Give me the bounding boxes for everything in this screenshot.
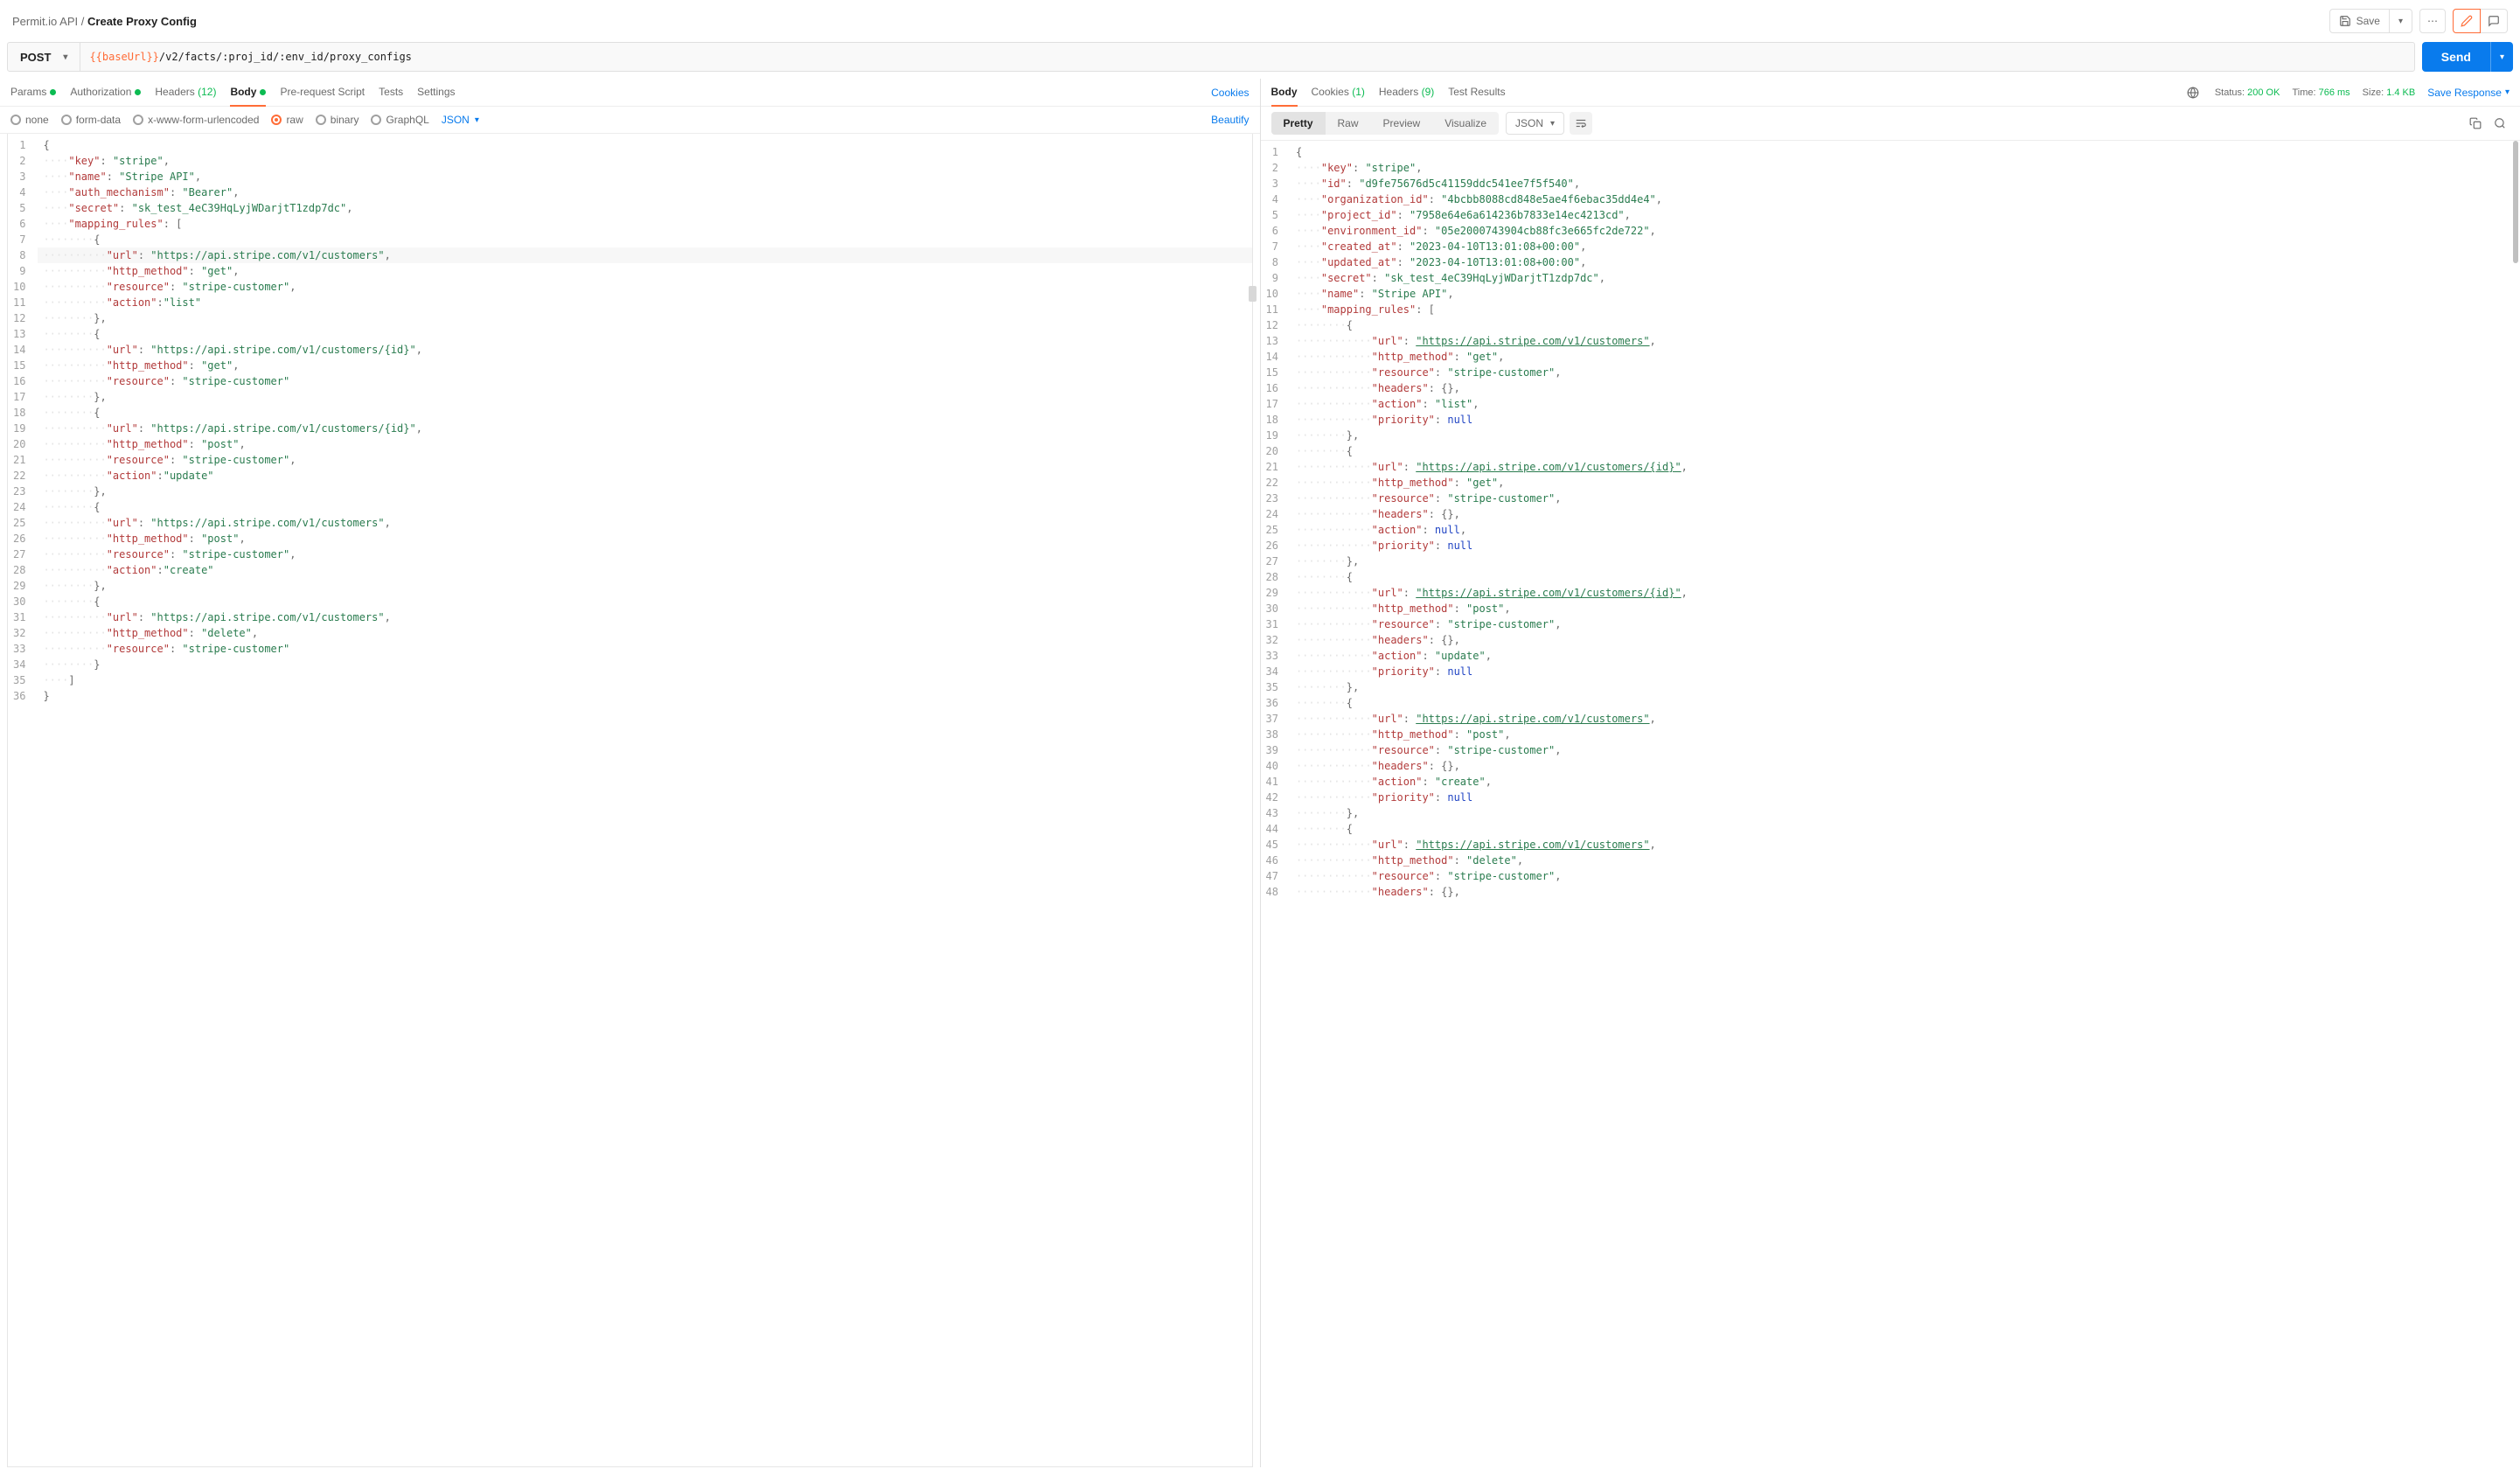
url-path: /v2/facts/:proj_id/:env_id/proxy_configs <box>159 51 412 63</box>
resp-tab-headers[interactable]: Headers (9) <box>1379 79 1434 106</box>
cookies-link[interactable]: Cookies <box>1211 87 1249 99</box>
breadcrumb-current: Create Proxy Config <box>87 15 197 28</box>
method-value: POST <box>20 51 51 64</box>
time-label: Time: 766 ms <box>2292 87 2349 98</box>
body-radio-binary[interactable]: binary <box>316 114 359 126</box>
chevron-down-icon: ▾ <box>2500 52 2504 62</box>
chevron-down-icon: ▾ <box>2398 17 2403 26</box>
breadcrumb: Permit.io API / Create Proxy Config <box>12 15 197 28</box>
chevron-down-icon: ▾ <box>475 115 479 125</box>
comment-icon <box>2488 15 2500 27</box>
status-dot-icon <box>135 89 141 95</box>
radio-icon <box>371 115 381 125</box>
radio-icon <box>133 115 143 125</box>
radio-icon <box>271 115 282 125</box>
body-radio-raw[interactable]: raw <box>271 114 303 126</box>
view-raw[interactable]: Raw <box>1326 112 1371 135</box>
copy-response-button[interactable] <box>2466 114 2485 133</box>
view-preview[interactable]: Preview <box>1371 112 1433 135</box>
chevron-down-icon: ▾ <box>1550 119 1555 129</box>
save-dropdown-button[interactable]: ▾ <box>2390 9 2412 33</box>
save-response-dropdown[interactable]: Save Response ▾ <box>2427 87 2510 99</box>
response-view-segment: Pretty Raw Preview Visualize <box>1271 112 1500 135</box>
send-button[interactable]: Send <box>2422 42 2490 72</box>
resp-tab-cookies[interactable]: Cookies (1) <box>1312 79 1365 106</box>
save-icon <box>2339 15 2351 27</box>
pane-resize-handle[interactable] <box>1249 286 1257 302</box>
tab-params[interactable]: Params <box>10 79 56 106</box>
search-response-button[interactable] <box>2490 114 2510 133</box>
save-label: Save <box>2356 15 2380 27</box>
body-format-dropdown[interactable]: JSON▾ <box>442 114 479 126</box>
size-label: Size: 1.4 KB <box>2363 87 2416 98</box>
pencil-icon <box>2461 15 2473 27</box>
globe-icon[interactable] <box>2183 83 2203 102</box>
wrap-lines-button[interactable] <box>1570 112 1592 135</box>
body-radio-formdata[interactable]: form-data <box>61 114 121 126</box>
body-radio-none[interactable]: none <box>10 114 49 126</box>
status-dot-icon <box>260 89 266 95</box>
status-label: Status: 200 OK <box>2215 87 2280 98</box>
send-dropdown-button[interactable]: ▾ <box>2490 42 2513 72</box>
response-format-dropdown[interactable]: JSON▾ <box>1506 112 1564 135</box>
resp-tab-tests[interactable]: Test Results <box>1448 79 1505 106</box>
radio-icon <box>316 115 326 125</box>
edit-button[interactable] <box>2453 9 2481 33</box>
tab-headers[interactable]: Headers (12) <box>155 79 216 106</box>
scrollbar-thumb[interactable] <box>2513 141 2518 263</box>
tab-settings[interactable]: Settings <box>417 79 455 106</box>
save-button[interactable]: Save <box>2329 9 2390 33</box>
tab-body[interactable]: Body <box>230 79 266 106</box>
breadcrumb-parent[interactable]: Permit.io API <box>12 15 78 28</box>
breadcrumb-sep: / <box>81 15 85 28</box>
request-body-editor[interactable]: 1234567891011121314151617181920212223242… <box>8 134 1252 1466</box>
more-options-button[interactable]: ⋯ <box>2419 9 2446 33</box>
chevron-down-icon: ▾ <box>2505 87 2510 97</box>
chevron-down-icon: ▾ <box>63 52 67 62</box>
more-icon: ⋯ <box>2427 15 2438 27</box>
radio-icon <box>61 115 72 125</box>
method-dropdown[interactable]: POST ▾ <box>8 43 80 71</box>
tab-authorization[interactable]: Authorization <box>70 79 141 106</box>
body-radio-graphql[interactable]: GraphQL <box>371 114 428 126</box>
request-url-bar: POST ▾ {{baseUrl}}/v2/facts/:proj_id/:en… <box>7 42 2415 72</box>
resp-tab-body[interactable]: Body <box>1271 79 1298 106</box>
tab-prerequest[interactable]: Pre-request Script <box>280 79 365 106</box>
comment-button[interactable] <box>2481 9 2508 33</box>
url-variable: {{baseUrl}} <box>89 51 158 63</box>
body-radio-xwww[interactable]: x-www-form-urlencoded <box>133 114 259 126</box>
tab-tests[interactable]: Tests <box>379 79 403 106</box>
beautify-link[interactable]: Beautify <box>1211 114 1249 126</box>
radio-icon <box>10 115 21 125</box>
response-body-viewer[interactable]: 1234567891011121314151617181920212223242… <box>1261 141 2520 1467</box>
url-input[interactable]: {{baseUrl}}/v2/facts/:proj_id/:env_id/pr… <box>80 43 2413 71</box>
view-pretty[interactable]: Pretty <box>1271 112 1326 135</box>
view-visualize[interactable]: Visualize <box>1432 112 1499 135</box>
status-dot-icon <box>50 89 56 95</box>
